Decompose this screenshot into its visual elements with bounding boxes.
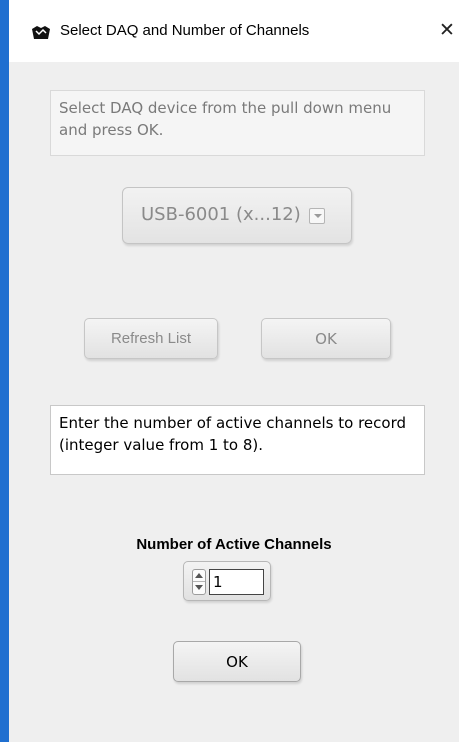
chevron-down-icon[interactable]: [309, 208, 325, 224]
front-panel: Select DAQ device from the pull down men…: [9, 62, 459, 742]
dialog-window: Select DAQ and Number of Channels ✕ Sele…: [0, 0, 459, 742]
daq-device-value: USB-6001 (x...12): [141, 204, 301, 225]
daq-ok-button[interactable]: OK: [261, 318, 391, 359]
daq-instruction-text: Select DAQ device from the pull down men…: [50, 90, 425, 156]
close-button[interactable]: ✕: [433, 16, 459, 44]
window-border: [0, 0, 9, 742]
decrement-arrow-icon[interactable]: [193, 582, 205, 594]
channels-ok-button[interactable]: OK: [173, 641, 301, 682]
active-channels-label: Number of Active Channels: [136, 536, 332, 553]
daq-device-ring[interactable]: USB-6001 (x...12): [122, 187, 352, 244]
window-title: Select DAQ and Number of Channels: [60, 22, 310, 39]
active-channels-numeric: [183, 561, 271, 601]
close-icon: ✕: [439, 19, 455, 41]
active-channels-input[interactable]: [209, 569, 264, 595]
channels-instruction-text: Enter the number of active channels to r…: [50, 405, 425, 475]
labview-icon: [31, 25, 51, 41]
increment-arrow-icon[interactable]: [193, 570, 205, 582]
quantity-stepper: [192, 569, 206, 595]
title-bar: Select DAQ and Number of Channels ✕: [9, 0, 459, 62]
refresh-list-button[interactable]: Refresh List: [84, 318, 218, 359]
